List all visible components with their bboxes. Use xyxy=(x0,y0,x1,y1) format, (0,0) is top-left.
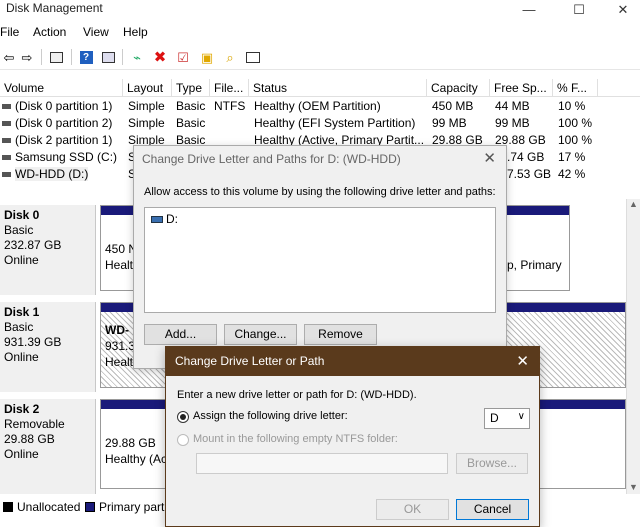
dialog-instruction: Enter a new drive letter or path for D: … xyxy=(177,389,417,401)
assign-letter-label: Assign the following drive letter: xyxy=(193,410,348,422)
legend-unallocated: Unallocated xyxy=(17,500,81,514)
ok-button[interactable]: OK xyxy=(376,499,449,520)
volume-icon xyxy=(2,172,11,178)
check-icon[interactable]: ☑ xyxy=(174,48,192,66)
forward-icon[interactable]: ⇨ xyxy=(18,48,36,66)
drive-letter-select[interactable]: D ∨ xyxy=(484,408,530,429)
upload-icon[interactable]: ▣ xyxy=(198,48,216,66)
mount-folder-radio[interactable] xyxy=(177,434,189,446)
dialog-instruction: Allow access to this volume by using the… xyxy=(144,186,496,198)
assign-letter-radio[interactable] xyxy=(177,411,189,423)
menu-view[interactable]: View xyxy=(83,25,109,39)
col-percent-free[interactable]: % F... xyxy=(553,79,598,97)
change-button[interactable]: Change... xyxy=(224,324,297,345)
search-icon[interactable]: ⌕ xyxy=(221,48,239,66)
col-capacity[interactable]: Capacity xyxy=(427,79,490,97)
change-paths-dialog: Change Drive Letter and Paths for D: (WD… xyxy=(133,145,507,369)
back-icon[interactable]: ⇦ xyxy=(0,48,18,66)
col-status[interactable]: Status xyxy=(249,79,427,97)
volume-icon xyxy=(2,155,11,161)
scroll-down-icon[interactable]: ▼ xyxy=(629,482,638,492)
add-button[interactable]: Add... xyxy=(144,324,217,345)
disk-0-label[interactable]: Disk 0 Basic 232.87 GB Online xyxy=(0,205,96,295)
dialog-title: Change Drive Letter and Paths for D: (WD… xyxy=(142,152,401,166)
toolbar: ⇦ ⇨ ? ⌁ ✖ ☑ ▣ ⌕ xyxy=(0,44,640,70)
chevron-down-icon: ∨ xyxy=(517,411,525,422)
window-title: Disk Management xyxy=(6,1,103,15)
list-icon[interactable] xyxy=(244,48,262,66)
close-icon[interactable]: ✕ xyxy=(516,352,529,370)
minimize-button[interactable]: — xyxy=(506,0,552,20)
disk-pane-scrollbar[interactable]: ▲ ▼ xyxy=(626,199,640,494)
menu-bar: File Action View Help xyxy=(0,22,640,42)
folder-path-input[interactable] xyxy=(196,453,448,474)
remove-button[interactable]: Remove xyxy=(304,324,377,345)
table-row[interactable]: (Disk 0 partition 1) Simple Basic NTFS H… xyxy=(0,98,640,115)
col-type[interactable]: Type xyxy=(172,79,210,97)
delete-icon[interactable]: ✖ xyxy=(151,48,169,66)
unallocated-swatch xyxy=(3,502,13,512)
console-icon[interactable] xyxy=(47,48,65,66)
volume-icon xyxy=(2,121,11,127)
help-icon[interactable]: ? xyxy=(77,48,95,66)
drive-icon xyxy=(151,216,163,224)
cancel-button[interactable]: Cancel xyxy=(456,499,529,520)
browse-button[interactable]: Browse... xyxy=(456,453,528,474)
col-filesystem[interactable]: File... xyxy=(210,79,249,97)
primary-swatch xyxy=(85,502,95,512)
mount-folder-label: Mount in the following empty NTFS folder… xyxy=(193,433,398,445)
disk-2-label[interactable]: Disk 2 Removable 29.88 GB Online xyxy=(0,399,96,494)
properties-icon[interactable] xyxy=(99,48,117,66)
connect-icon[interactable]: ⌁ xyxy=(128,48,146,66)
list-item[interactable]: D: xyxy=(151,212,178,226)
paths-listbox[interactable]: D: xyxy=(144,207,496,313)
disk-1-label[interactable]: Disk 1 Basic 931.39 GB Online xyxy=(0,302,96,392)
scroll-up-icon[interactable]: ▲ xyxy=(629,199,638,209)
close-window-button[interactable]: ✕ xyxy=(600,0,640,20)
table-row[interactable]: (Disk 0 partition 2) Simple Basic Health… xyxy=(0,115,640,132)
title-bar: Disk Management — ☐ ✕ xyxy=(0,0,640,20)
col-volume[interactable]: Volume xyxy=(0,79,123,97)
menu-file[interactable]: File xyxy=(0,25,19,39)
col-free-space[interactable]: Free Sp... xyxy=(490,79,553,97)
menu-action[interactable]: Action xyxy=(33,25,66,39)
volume-list-header: Volume Layout Type File... Status Capaci… xyxy=(0,79,640,97)
volume-icon xyxy=(2,138,11,144)
close-icon[interactable]: ✕ xyxy=(483,149,496,167)
dialog-title-bar: Change Drive Letter or Path ✕ xyxy=(166,347,539,376)
legend-primary: Primary parti xyxy=(99,500,168,514)
col-layout[interactable]: Layout xyxy=(123,79,172,97)
maximize-button[interactable]: ☐ xyxy=(556,0,602,20)
dialog-title: Change Drive Letter or Path xyxy=(175,354,325,368)
menu-help[interactable]: Help xyxy=(123,25,148,39)
volume-icon xyxy=(2,104,11,110)
change-letter-dialog: Change Drive Letter or Path ✕ Enter a ne… xyxy=(165,346,540,527)
